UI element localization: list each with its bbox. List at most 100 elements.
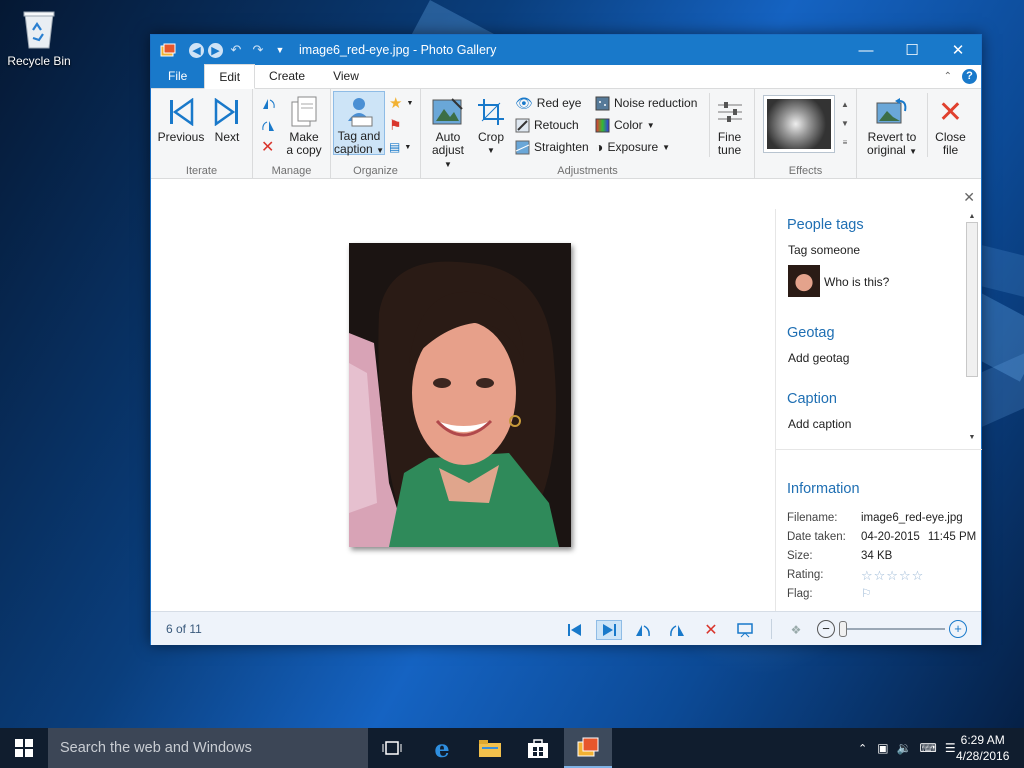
windows-logo-icon: [15, 739, 33, 757]
effects-scroll[interactable]: ▲ ▼ ≡: [839, 95, 851, 153]
tag-someone-link[interactable]: Tag someone: [788, 243, 860, 257]
group-iterate-label: Iterate: [185, 165, 218, 177]
volume-icon[interactable]: 🔉: [897, 741, 912, 755]
actual-size-button[interactable]: ❖: [785, 620, 807, 640]
straighten-button[interactable]: Straighten: [515, 137, 589, 157]
noise-reduction-button[interactable]: Noise reduction: [595, 93, 697, 113]
slideshow-button[interactable]: [734, 620, 756, 640]
properties-button[interactable]: ▤ ▼: [389, 137, 411, 157]
next-button[interactable]: Next: [207, 93, 247, 144]
straighten-icon: [515, 140, 530, 154]
rotate-left-icon: [636, 625, 650, 637]
zoom-out-icon: −: [822, 621, 830, 636]
rating-stars[interactable]: ☆☆☆☆☆: [861, 566, 924, 585]
tag-caption-label-2-row: caption ▼: [334, 143, 384, 157]
zoom-in-button[interactable]: +: [949, 620, 967, 638]
revert-to-original-button[interactable]: Revert to original ▼: [863, 93, 921, 158]
rotate-right-button[interactable]: [666, 620, 688, 640]
delete-photo-icon: ✕: [704, 622, 718, 639]
info-table: Filename: image6_red-eye.jpg Date taken: 0…: [787, 509, 977, 604]
auto-adjust-button[interactable]: Auto adjust ▼: [427, 93, 469, 171]
previous-button[interactable]: Previous: [157, 93, 205, 144]
tab-edit[interactable]: Edit: [204, 64, 256, 89]
help-icon[interactable]: ?: [962, 69, 977, 84]
recycle-bin[interactable]: Recycle Bin: [6, 8, 72, 68]
rate-button[interactable]: ★ ▼: [389, 93, 413, 113]
exposure-button[interactable]: ◑ Exposure ▼: [595, 137, 670, 157]
make-a-copy-button[interactable]: Make a copy: [281, 93, 327, 157]
maximize-button[interactable]: ☐: [889, 35, 935, 65]
customize-toolbar-icon[interactable]: ▼: [271, 41, 289, 59]
store-button[interactable]: [514, 728, 562, 768]
close-window-button[interactable]: ✕: [935, 35, 981, 65]
input-indicator-icon[interactable]: ⌨: [920, 741, 937, 755]
taskbar-search-box[interactable]: Search the web and Windows: [48, 728, 368, 768]
rotate-left-small-button[interactable]: [261, 93, 276, 113]
color-button[interactable]: Color ▼: [595, 115, 655, 135]
scroll-up-icon[interactable]: ▲: [965, 213, 979, 220]
flag-icon: ⚑: [389, 116, 402, 133]
rotate-right-small-button[interactable]: [261, 115, 276, 135]
delete-small-button[interactable]: ✕: [261, 137, 274, 157]
photo-gallery-icon: [577, 737, 599, 757]
pane-scrollbar[interactable]: ▲ ▼: [965, 213, 979, 441]
group-manage: ✕ Make a copy Manage: [253, 89, 331, 179]
add-geotag-link[interactable]: Add geotag: [788, 351, 849, 365]
forward-icon[interactable]: ▶: [208, 42, 223, 58]
clock[interactable]: 6:29 AM 4/28/2016: [956, 728, 1009, 768]
exposure-label: Exposure: [607, 140, 659, 154]
who-is-this-link[interactable]: Who is this?: [824, 275, 889, 289]
redo-icon[interactable]: ↷: [249, 41, 267, 59]
undo-icon[interactable]: ↶: [227, 41, 245, 59]
edge-button[interactable]: e: [418, 728, 466, 768]
show-hidden-icons[interactable]: ⌃: [858, 742, 867, 755]
next-photo-icon: [603, 624, 616, 636]
file-explorer-button[interactable]: [466, 728, 514, 768]
scroll-down-icon[interactable]: ▼: [965, 434, 979, 441]
tag-person-icon: [334, 92, 384, 130]
photo-gallery-taskbar-button[interactable]: [564, 728, 612, 768]
fine-tune-button[interactable]: Fine tune: [709, 93, 749, 157]
effect-thumbnail-bw[interactable]: [767, 99, 831, 149]
scroll-thumb[interactable]: [966, 222, 978, 377]
zoom-out-button[interactable]: −: [817, 620, 835, 638]
red-eye-button[interactable]: 👁 Red eye: [515, 93, 581, 113]
close-pane-icon[interactable]: ✕: [963, 189, 975, 206]
ribbon-tabs: File Edit Create View ⌃ ?: [151, 64, 981, 89]
geotag-heading: Geotag: [787, 325, 835, 341]
app-icon[interactable]: [159, 41, 177, 59]
delete-icon: ✕: [261, 139, 275, 156]
add-caption-link[interactable]: Add caption: [788, 417, 851, 431]
collapse-ribbon-icon[interactable]: ⌃: [944, 71, 952, 82]
previous-photo-button[interactable]: [564, 620, 586, 640]
next-photo-button[interactable]: [596, 620, 622, 640]
zoom-slider-track[interactable]: [839, 628, 945, 630]
rotate-left-button[interactable]: [632, 620, 654, 640]
flag-button[interactable]: ⚑: [389, 115, 402, 135]
retouch-icon: [515, 118, 530, 132]
actual-size-icon: ❖: [790, 623, 802, 637]
effects-gallery[interactable]: [763, 95, 835, 153]
zoom-slider-thumb[interactable]: [839, 621, 847, 637]
photo-image[interactable]: [349, 243, 571, 547]
color-label: Color: [614, 118, 643, 132]
delete-photo-button[interactable]: ✕: [700, 620, 722, 640]
minimize-button[interactable]: —: [843, 35, 889, 65]
start-button[interactable]: [0, 728, 48, 768]
tag-and-caption-button[interactable]: Tag and caption ▼: [333, 91, 385, 157]
tab-view[interactable]: View: [319, 64, 373, 88]
action-center-icon[interactable]: ☰: [945, 741, 956, 755]
crop-button[interactable]: Crop ▼: [473, 93, 509, 157]
group-effects: ▲ ▼ ≡ Effects: [755, 89, 857, 179]
back-icon[interactable]: ◀: [189, 42, 204, 58]
properties-dropdown-icon: ▼: [404, 143, 412, 151]
face-thumbnail[interactable]: [788, 265, 820, 297]
status-divider: [771, 619, 772, 639]
close-file-button[interactable]: ✕ Close file: [927, 93, 973, 157]
task-view-button[interactable]: [368, 728, 416, 768]
flag-outline-icon[interactable]: ⚐: [861, 585, 871, 604]
retouch-button[interactable]: Retouch: [515, 115, 579, 135]
tab-create[interactable]: Create: [255, 64, 319, 88]
tab-file[interactable]: File: [151, 64, 205, 88]
network-icon[interactable]: ▣: [877, 741, 888, 755]
